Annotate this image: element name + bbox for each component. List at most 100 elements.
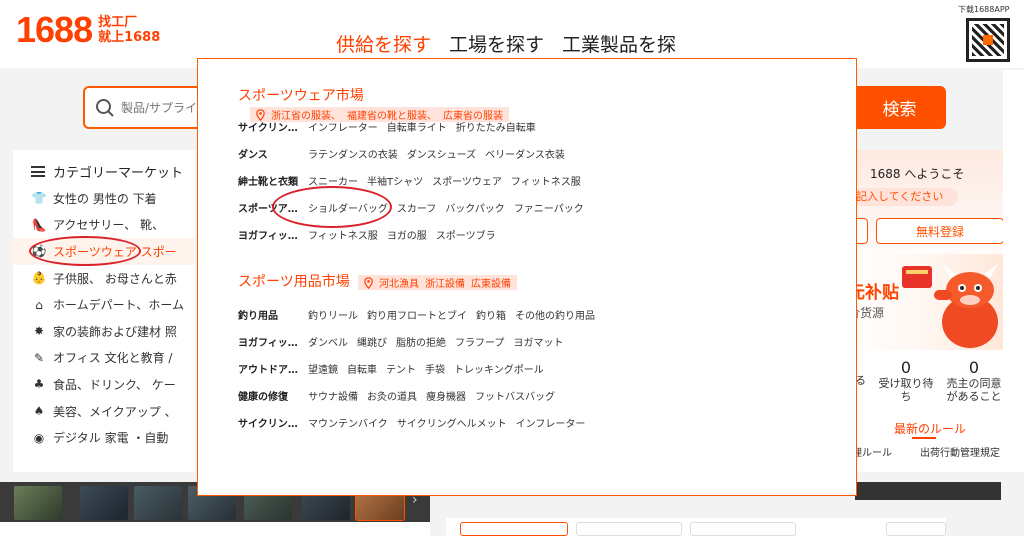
subcategory-label[interactable]: 釣り用品 xyxy=(238,307,308,322)
app-download[interactable]: 下载1688APP xyxy=(958,4,1014,62)
subcategory-link[interactable]: トレッキングポール xyxy=(454,361,544,376)
subcategory-link[interactable]: インフレーター xyxy=(308,119,378,134)
tab-latest-rules[interactable]: 最新のルール xyxy=(894,420,966,437)
subcategory-label[interactable]: 紳士靴と衣類 xyxy=(238,173,308,188)
subcategory-link[interactable]: 望遠鏡 xyxy=(308,361,338,376)
subcategory-label[interactable]: ヨガフィッ… xyxy=(238,334,308,349)
bottom-card[interactable] xyxy=(690,522,796,536)
subcategory-link[interactable]: 折りたたみ自転車 xyxy=(456,119,536,134)
subcategory-link[interactable]: スポーツウェア xyxy=(432,173,502,188)
subcategory-link[interactable]: 痩身機器 xyxy=(426,388,466,403)
promo-banner[interactable]: 元补贴 价货源 xyxy=(838,254,1008,350)
subcategory-link[interactable]: スニーカー xyxy=(308,173,358,188)
search-icon xyxy=(96,99,114,117)
tab-find-supply[interactable]: 供給を探す xyxy=(336,30,431,57)
subcategory-link[interactable]: ラテンダンスの衣装 xyxy=(308,146,398,161)
logo-number: 1688 xyxy=(16,9,93,50)
subcategory-link[interactable]: 自転車 xyxy=(347,361,377,376)
subcategory-link[interactable]: ファニーパック xyxy=(514,200,584,215)
subcategory-links: ラテンダンスの衣装 ダンスシューズ ベリーダンス衣装 xyxy=(308,146,565,161)
subcategory-link[interactable]: ヨガマット xyxy=(513,334,563,349)
category-item[interactable]: ♣ 食品、ドリンク、 ケー xyxy=(13,371,195,398)
login-prompt[interactable]: 記入してください xyxy=(852,188,958,206)
subcategory-label[interactable]: アウトドア… xyxy=(238,361,308,376)
subcategory-link[interactable]: その他の釣り用品 xyxy=(515,307,595,322)
category-header: カテゴリーマーケット xyxy=(13,150,195,181)
subcategory-label[interactable]: 健康の修復 xyxy=(238,388,308,403)
subcategory-row: サイクリン… マウンテンバイク サイクリングヘルメット インフレーター xyxy=(238,413,585,431)
category-item-label: 美容、メイクアップ 、 xyxy=(53,404,177,419)
shirt-icon: 👕 xyxy=(31,191,47,206)
category-item[interactable]: 👕 女性の 男性の 下着 xyxy=(13,185,195,212)
region-tags: 河北漁具 浙江設備 広東設備 xyxy=(358,275,517,290)
logo[interactable]: 1688 找工厂 就上1688 xyxy=(16,12,160,48)
subcategory-link[interactable]: ベリーダンス衣装 xyxy=(485,146,565,161)
search-button[interactable]: 検索 xyxy=(853,86,946,129)
tab-find-industrial[interactable]: 工業製品を探 xyxy=(562,30,676,57)
subcategory-label[interactable]: サイクリン… xyxy=(238,119,308,134)
subcategory-link[interactable]: ダンスシューズ xyxy=(407,146,476,161)
subcategory-label[interactable]: スポーツア… xyxy=(238,200,308,215)
subcategory-label[interactable]: サイクリン… xyxy=(238,415,308,430)
region-tag[interactable]: 河北漁具 xyxy=(379,275,419,290)
category-item[interactable]: ◉ デジタル 家電 ・自動 xyxy=(13,424,195,451)
subcategory-label[interactable]: ダンス xyxy=(238,146,308,161)
subcategory-link[interactable]: 釣り箱 xyxy=(476,307,506,322)
subcategory-link[interactable]: フィットネス服 xyxy=(308,227,378,242)
category-item[interactable]: ⌂ ホームデパート、ホーム xyxy=(13,291,195,318)
market-title[interactable]: スポーツ用品市場 xyxy=(238,271,350,291)
camera-icon: ◉ xyxy=(33,430,45,445)
subcategory-link[interactable]: バックパック xyxy=(445,200,505,215)
subcategory-link[interactable]: ショルダーバッグ xyxy=(308,200,388,215)
rules-link-2[interactable]: 出荷行動管理規定 xyxy=(920,444,1000,459)
welcome-text: 1688 へようこそ xyxy=(870,167,965,181)
category-item[interactable]: ✎ オフィス 文化と教育 / xyxy=(13,345,195,372)
subcategory-link[interactable]: 半袖Tシャツ xyxy=(367,173,423,188)
stat-awaiting-receipt[interactable]: 0 受け取り待ち xyxy=(876,358,936,403)
tab-find-factory[interactable]: 工場を探す xyxy=(449,30,544,57)
category-item[interactable]: ⚽ スポーツウェア スポー xyxy=(13,238,195,265)
subcategory-link[interactable]: サウナ設備 xyxy=(308,388,358,403)
shoe-icon: 👠 xyxy=(31,217,47,232)
category-item[interactable]: 👶 子供服、 お母さんと赤 xyxy=(13,265,195,292)
subcategory-row: ヨガフィッ… フィットネス服 ヨガの服 スポーツブラ xyxy=(238,225,496,243)
subcategory-link[interactable]: 釣り用フロートとブイ xyxy=(367,307,467,322)
dark-divider xyxy=(855,482,1001,500)
rules-link-1[interactable]: 理ルール xyxy=(852,444,892,459)
subcategory-link[interactable]: スカーフ xyxy=(397,200,436,215)
subcategory-link[interactable]: インフレーター xyxy=(516,415,586,430)
subcategory-link[interactable]: フットバスバッグ xyxy=(475,388,555,403)
subcategory-link[interactable]: お灸の道具 xyxy=(367,388,417,403)
subcategory-link[interactable]: ダンベル xyxy=(308,334,348,349)
thumbnail-footer xyxy=(0,522,430,536)
subcategory-links: ショルダーバッグ スカーフ バックパック ファニーパック xyxy=(308,200,584,215)
subcategory-link[interactable]: 縄跳び xyxy=(357,334,387,349)
category-item[interactable]: ♠ 美容、メイクアップ 、 xyxy=(13,398,195,425)
subcategory-link[interactable]: サイクリングヘルメット xyxy=(397,415,507,430)
stat-seller-consent[interactable]: 0 売主の同意があること xyxy=(944,358,1004,403)
subcategory-label[interactable]: ヨガフィッ… xyxy=(238,227,308,242)
category-item[interactable]: ✸ 家の装飾および建材 照 xyxy=(13,318,195,345)
bottom-card[interactable] xyxy=(886,522,946,536)
bottom-card[interactable] xyxy=(576,522,682,536)
subcategory-link[interactable]: テント xyxy=(386,361,416,376)
signup-button[interactable]: 無料登録 xyxy=(876,218,1004,244)
subcategory-link[interactable]: フィットネス服 xyxy=(511,173,581,188)
market-title[interactable]: スポーツウェア市場 xyxy=(238,85,364,105)
product-thumbnail[interactable] xyxy=(14,486,62,520)
region-tag[interactable]: 広東設備 xyxy=(471,275,511,290)
product-thumbnail[interactable] xyxy=(80,486,128,520)
subcategory-link[interactable]: ヨガの服 xyxy=(387,227,427,242)
subcategory-link[interactable]: 手袋 xyxy=(425,361,445,376)
subcategory-link[interactable]: スポーツブラ xyxy=(436,227,496,242)
subcategory-link[interactable]: 脂肪の拒絶 xyxy=(396,334,446,349)
region-tag[interactable]: 浙江設備 xyxy=(425,275,465,290)
product-thumbnail[interactable] xyxy=(134,486,182,520)
subcategory-link[interactable]: フラフープ xyxy=(455,334,504,349)
subcategory-link[interactable]: 自転車ライト xyxy=(387,119,447,134)
subcategory-link[interactable]: 釣りリール xyxy=(308,307,358,322)
bottom-card[interactable] xyxy=(460,522,568,536)
stat-seller-consent-label: 売主の同意があること xyxy=(946,377,1002,403)
category-item[interactable]: 👠 アクセサリー、 靴、 xyxy=(13,212,195,239)
subcategory-link[interactable]: マウンテンバイク xyxy=(308,415,388,430)
